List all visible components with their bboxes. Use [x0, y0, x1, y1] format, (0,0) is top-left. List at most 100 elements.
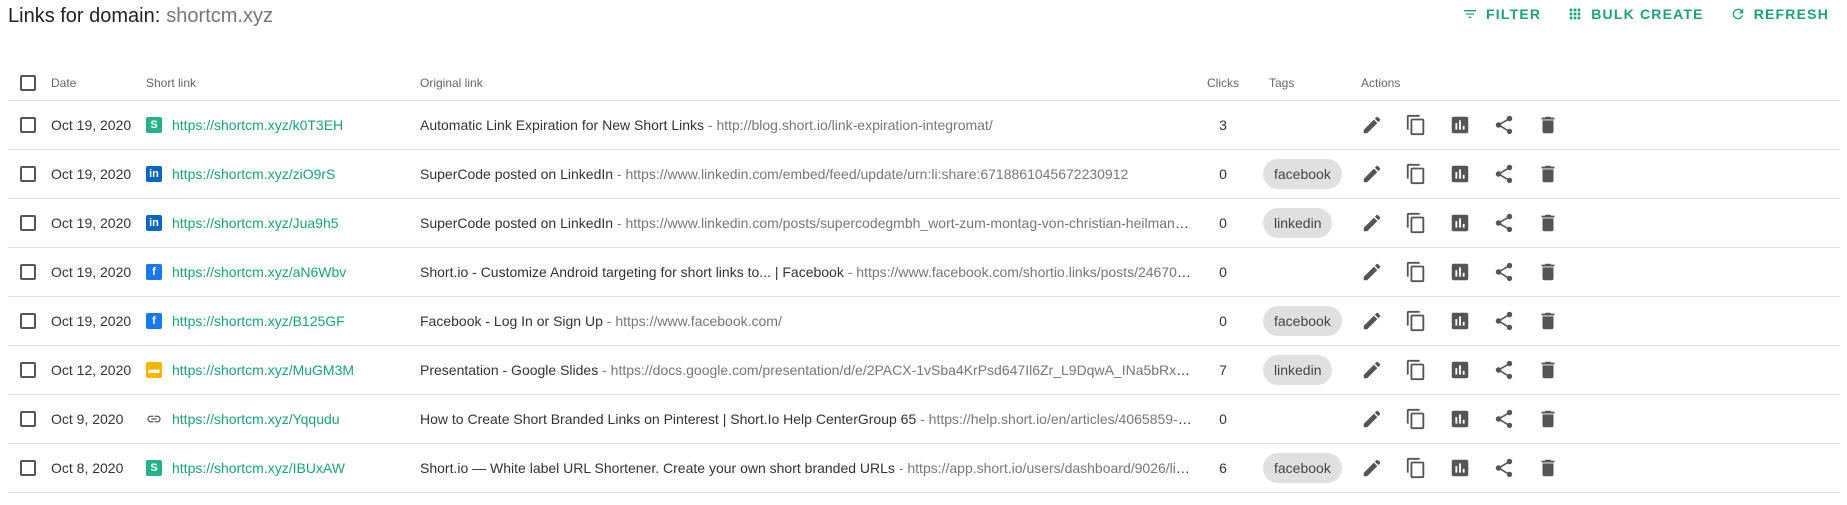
original-link-url[interactable]: - https://www.linkedin.com/posts/superco…	[613, 215, 1193, 231]
column-actions: Actions	[1345, 66, 1840, 101]
delete-icon[interactable]	[1537, 310, 1559, 332]
tag-chip[interactable]: linkedin	[1263, 208, 1333, 238]
row-date: Oct 12, 2020	[51, 345, 146, 395]
edit-icon[interactable]	[1361, 261, 1383, 283]
edit-icon[interactable]	[1361, 457, 1383, 479]
short-link[interactable]: https://shortcm.xyz/k0T3EH	[172, 117, 343, 133]
edit-icon[interactable]	[1361, 212, 1383, 234]
original-link-url[interactable]: - https://www.facebook.com/shortio.links…	[844, 264, 1193, 280]
original-link-title: SuperCode posted on LinkedIn	[420, 166, 614, 182]
refresh-button[interactable]: REFRESH	[1730, 6, 1829, 22]
table-row[interactable]: Oct 19, 2020 S https://shortcm.xyz/k0T3E…	[8, 100, 1840, 150]
original-link-url[interactable]: - https://help.short.io/en/articles/4065…	[916, 411, 1193, 427]
short-link[interactable]: https://shortcm.xyz/Yqqudu	[172, 411, 340, 427]
row-checkbox[interactable]	[20, 460, 36, 476]
stats-icon[interactable]	[1449, 359, 1471, 381]
delete-icon[interactable]	[1537, 261, 1559, 283]
page-title: Links for domain:	[8, 4, 161, 27]
tag-chip[interactable]: linkedin	[1263, 355, 1333, 385]
table-header-row: Date Short link Original link Clicks Tag…	[8, 66, 1840, 101]
short-link[interactable]: https://shortcm.xyz/Jua9h5	[172, 215, 339, 231]
original-link-url[interactable]: - https://www.linkedin.com/embed/feed/up…	[613, 166, 1128, 182]
click-count: 6	[1193, 443, 1253, 493]
table-row[interactable]: Oct 19, 2020 in https://shortcm.xyz/ziO9…	[8, 149, 1840, 199]
select-all-checkbox[interactable]	[20, 75, 36, 91]
tag-chip[interactable]: facebook	[1263, 159, 1342, 189]
delete-icon[interactable]	[1537, 163, 1559, 185]
row-checkbox[interactable]	[20, 313, 36, 329]
bulk-create-button[interactable]: BULK CREATE	[1567, 6, 1704, 22]
domain-name: shortcm.xyz	[166, 4, 273, 27]
row-checkbox[interactable]	[20, 215, 36, 231]
copy-icon[interactable]	[1405, 261, 1427, 283]
copy-icon[interactable]	[1405, 212, 1427, 234]
stats-icon[interactable]	[1449, 114, 1471, 136]
delete-icon[interactable]	[1537, 408, 1559, 430]
delete-icon[interactable]	[1537, 457, 1559, 479]
filter-button[interactable]: FILTER	[1462, 6, 1541, 22]
original-link-title: Short.io — White label URL Shortener. Cr…	[420, 460, 895, 476]
column-clicks[interactable]: Clicks	[1193, 66, 1253, 101]
share-icon[interactable]	[1493, 163, 1515, 185]
grid-icon	[1569, 8, 1581, 20]
stats-icon[interactable]	[1449, 212, 1471, 234]
row-checkbox[interactable]	[20, 362, 36, 378]
copy-icon[interactable]	[1405, 408, 1427, 430]
stats-icon[interactable]	[1449, 408, 1471, 430]
table-row[interactable]: Oct 19, 2020 f https://shortcm.xyz/aN6Wb…	[8, 247, 1840, 297]
share-icon[interactable]	[1493, 359, 1515, 381]
stats-icon[interactable]	[1449, 310, 1471, 332]
short-link[interactable]: https://shortcm.xyz/B125GF	[172, 313, 345, 329]
tag-chip[interactable]: facebook	[1263, 453, 1342, 483]
copy-icon[interactable]	[1405, 114, 1427, 136]
edit-icon[interactable]	[1361, 114, 1383, 136]
edit-icon[interactable]	[1361, 163, 1383, 185]
share-icon[interactable]	[1493, 408, 1515, 430]
row-checkbox[interactable]	[20, 117, 36, 133]
share-icon[interactable]	[1493, 114, 1515, 136]
stats-icon[interactable]	[1449, 261, 1471, 283]
share-icon[interactable]	[1493, 310, 1515, 332]
original-link-url[interactable]: - https://www.facebook.com/	[603, 313, 782, 329]
copy-icon[interactable]	[1405, 163, 1427, 185]
delete-icon[interactable]	[1537, 114, 1559, 136]
copy-icon[interactable]	[1405, 359, 1427, 381]
short-link[interactable]: https://shortcm.xyz/MuGM3M	[172, 362, 354, 378]
links-table: Date Short link Original link Clicks Tag…	[8, 66, 1840, 493]
column-original-link[interactable]: Original link	[420, 66, 1193, 101]
row-checkbox[interactable]	[20, 264, 36, 280]
stats-icon[interactable]	[1449, 163, 1471, 185]
original-link-url[interactable]: - https://app.short.io/users/dashboard/9…	[895, 460, 1193, 476]
table-row[interactable]: Oct 19, 2020 f https://shortcm.xyz/B125G…	[8, 296, 1840, 346]
stats-icon[interactable]	[1449, 457, 1471, 479]
short-link[interactable]: https://shortcm.xyz/aN6Wbv	[172, 264, 346, 280]
row-checkbox[interactable]	[20, 411, 36, 427]
edit-icon[interactable]	[1361, 359, 1383, 381]
copy-icon[interactable]	[1405, 457, 1427, 479]
table-row[interactable]: Oct 19, 2020 in https://shortcm.xyz/Jua9…	[8, 198, 1840, 248]
column-tags: Tags	[1253, 66, 1345, 101]
share-icon[interactable]	[1493, 261, 1515, 283]
short-link[interactable]: https://shortcm.xyz/IBUxAW	[172, 460, 345, 476]
table-row[interactable]: Oct 8, 2020 S https://shortcm.xyz/IBUxAW…	[8, 443, 1840, 493]
refresh-icon	[1732, 8, 1744, 20]
delete-icon[interactable]	[1537, 359, 1559, 381]
tag-chip[interactable]: facebook	[1263, 306, 1342, 336]
edit-icon[interactable]	[1361, 408, 1383, 430]
table-row[interactable]: Oct 9, 2020 https://shortcm.xyz/Yqqudu H…	[8, 394, 1840, 444]
table-row[interactable]: Oct 12, 2020 ▬ https://shortcm.xyz/MuGM3…	[8, 345, 1840, 395]
column-date[interactable]: Date	[51, 66, 146, 101]
copy-icon[interactable]	[1405, 310, 1427, 332]
row-checkbox[interactable]	[20, 166, 36, 182]
slides-icon: ▬	[146, 362, 162, 378]
share-icon[interactable]	[1493, 212, 1515, 234]
delete-icon[interactable]	[1537, 212, 1559, 234]
page-header: Links for domain: shortcm.xyz	[8, 0, 273, 32]
short-link[interactable]: https://shortcm.xyz/ziO9rS	[172, 166, 335, 182]
click-count: 0	[1193, 394, 1253, 444]
column-short-link[interactable]: Short link	[146, 66, 420, 101]
share-icon[interactable]	[1493, 457, 1515, 479]
original-link-url[interactable]: - https://docs.google.com/presentation/d…	[598, 362, 1193, 378]
original-link-url[interactable]: - http://blog.short.io/link-expiration-i…	[704, 117, 993, 133]
edit-icon[interactable]	[1361, 310, 1383, 332]
